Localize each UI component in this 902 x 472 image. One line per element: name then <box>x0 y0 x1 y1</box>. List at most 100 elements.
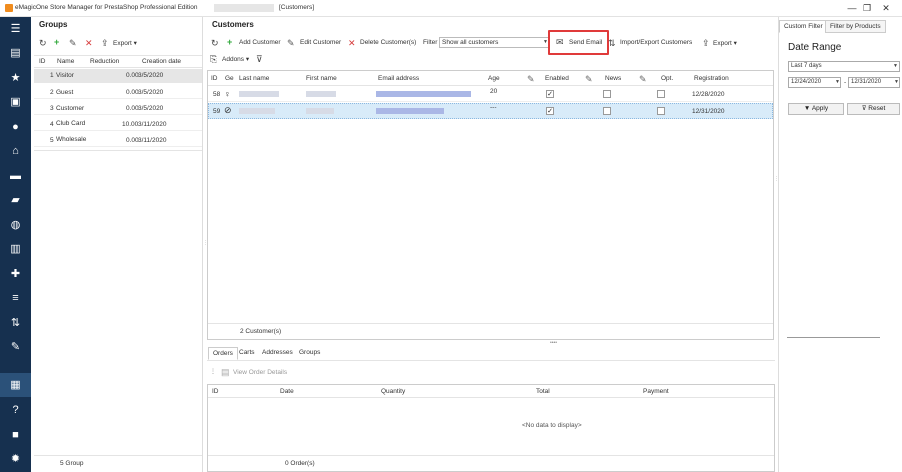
opt-checkbox[interactable] <box>657 90 665 98</box>
delete-customer-button[interactable]: Delete Customer(s) <box>360 39 416 46</box>
window-tab-label: [Customers] <box>279 4 315 11</box>
filter-icon[interactable]: ⊽ <box>256 54 263 64</box>
customer-count: 2 Customer(s) <box>240 328 282 335</box>
enabled-checkbox[interactable]: ✓ <box>546 90 554 98</box>
menu-icon[interactable]: ☰ <box>0 17 31 41</box>
tab-filter-by-products[interactable]: Filter by Products <box>825 20 886 33</box>
opt-checkbox[interactable] <box>657 107 665 115</box>
col-age[interactable]: Age <box>488 75 500 82</box>
sliders-icon[interactable]: ≡ <box>0 286 31 310</box>
col-news[interactable]: News <box>605 75 621 82</box>
splitter-handle[interactable]: ⋮ <box>774 176 779 182</box>
chevron-down-icon: ▼ <box>894 79 899 85</box>
splitter-handle[interactable]: •••• <box>550 340 557 346</box>
send-email-button[interactable]: Send Email <box>569 39 602 46</box>
storage-icon[interactable]: ▦ <box>0 373 31 397</box>
refresh-icon[interactable]: ↻ <box>211 38 219 48</box>
import-export-icon: ⇅ <box>608 38 616 48</box>
user-icon[interactable]: ● <box>0 115 31 139</box>
pencil-icon: ✎ <box>639 74 647 84</box>
box-icon[interactable]: ▣ <box>0 90 31 114</box>
maximize-button[interactable]: ❐ <box>860 3 874 14</box>
pencil-icon: ✎ <box>527 74 535 84</box>
reset-button[interactable]: ⊽ Reset <box>847 103 900 115</box>
tab-groups[interactable]: Groups <box>295 347 324 358</box>
import-export-button[interactable]: Import/Export Customers <box>620 39 692 46</box>
add-icon[interactable]: + <box>54 37 59 47</box>
news-checkbox[interactable] <box>603 107 611 115</box>
filter-select[interactable]: Show all customers <box>439 37 549 48</box>
orders-col-id[interactable]: ID <box>212 388 219 395</box>
groups-col-reduction[interactable]: Reduction <box>90 58 119 65</box>
edit-customer-button[interactable]: Edit Customer <box>300 39 341 46</box>
range-dash: - <box>844 79 847 86</box>
chevron-down-icon: ▼ <box>893 63 898 69</box>
left-nav: ☰ ▤ ★ ▣ ● ⌂ ▬ ▰ ◍ ▥ ✚ ≡ ⇅ ✎ ▦ ? ■ ✹ <box>0 17 31 472</box>
tab-carts[interactable]: Carts <box>235 347 259 358</box>
export-icon: ⇪ <box>101 38 109 48</box>
toolbar-grip: ⋮ <box>210 369 216 375</box>
delete-icon[interactable]: ✕ <box>85 38 93 48</box>
redacted-email <box>376 91 471 97</box>
date-range-heading: Date Range <box>788 42 842 53</box>
col-last-name[interactable]: Last name <box>239 75 269 82</box>
col-registration[interactable]: Registration <box>694 75 729 82</box>
puzzle-icon[interactable]: ✚ <box>0 262 31 286</box>
enabled-checkbox[interactable]: ✓ <box>546 107 554 115</box>
star-icon[interactable]: ★ <box>0 66 31 90</box>
help-icon[interactable]: ? <box>0 398 31 422</box>
orders-col-total[interactable]: Total <box>536 388 550 395</box>
redacted-first-name <box>306 91 336 97</box>
gear-icon[interactable]: ✹ <box>0 447 31 471</box>
chevron-down-icon: ▼ <box>835 79 840 85</box>
redacted-last-name <box>239 91 279 97</box>
groups-export-button[interactable]: Export ▾ <box>113 39 137 47</box>
orders-col-payment[interactable]: Payment <box>643 388 669 395</box>
col-first-name[interactable]: First name <box>306 75 337 82</box>
empty-message: <No data to display> <box>522 422 582 429</box>
groups-col-id[interactable]: ID <box>39 58 46 65</box>
globe-icon[interactable]: ◍ <box>0 213 31 237</box>
customers-export-button[interactable]: Export ▾ <box>713 39 737 47</box>
refresh-icon[interactable]: ↻ <box>39 38 47 48</box>
chat-icon[interactable]: ▬ <box>0 164 31 188</box>
close-button[interactable]: ✕ <box>879 3 893 14</box>
female-icon: ♀ <box>224 89 231 99</box>
tab-orders[interactable]: Orders <box>208 347 238 360</box>
groups-title: Groups <box>39 20 68 29</box>
wrench-icon[interactable]: ✎ <box>0 335 31 359</box>
delete-icon: ✕ <box>348 38 356 48</box>
edit-icon[interactable]: ✎ <box>69 38 77 48</box>
filter-clear-icon: ⊽ <box>861 105 867 112</box>
col-id[interactable]: ID <box>211 75 218 82</box>
col-email[interactable]: Email address <box>378 75 419 82</box>
col-gender[interactable]: Ge <box>225 75 234 82</box>
edit-icon: ✎ <box>287 38 295 48</box>
orders-col-quantity[interactable]: Quantity <box>381 388 405 395</box>
col-enabled[interactable]: Enabled <box>545 75 569 82</box>
orders-col-date[interactable]: Date <box>280 388 294 395</box>
apply-button[interactable]: ▼ Apply <box>788 103 844 115</box>
groups-col-name[interactable]: Name <box>57 58 74 65</box>
title-redaction <box>214 4 274 12</box>
store-icon[interactable]: ▤ <box>0 41 31 65</box>
date-preset-select[interactable]: Last 7 days <box>788 61 900 72</box>
basket-icon[interactable]: ⌂ <box>0 139 31 163</box>
date-to-field[interactable]: 12/31/2020 <box>848 77 900 88</box>
lock-icon[interactable]: ■ <box>0 423 31 447</box>
splitter-handle[interactable]: ⋮ <box>203 240 208 246</box>
col-opt[interactable]: Opt. <box>661 75 673 82</box>
minimize-button[interactable]: — <box>845 3 859 14</box>
addons-button[interactable]: Addons ▾ <box>222 55 249 63</box>
date-from-field[interactable]: 12/24/2020 <box>788 77 841 88</box>
view-order-details-button[interactable]: View Order Details <box>233 369 287 376</box>
tab-custom-filter[interactable]: Custom Filter <box>779 20 828 33</box>
sort-icon[interactable]: ⇅ <box>0 311 31 335</box>
news-checkbox[interactable] <box>603 90 611 98</box>
add-customer-button[interactable]: Add Customer <box>239 39 281 46</box>
tab-addresses[interactable]: Addresses <box>258 347 297 358</box>
truck-icon[interactable]: ▰ <box>0 188 31 212</box>
groups-col-created[interactable]: Creation date <box>142 58 181 65</box>
redacted-first-name <box>306 108 334 114</box>
chart-icon[interactable]: ▥ <box>0 237 31 261</box>
